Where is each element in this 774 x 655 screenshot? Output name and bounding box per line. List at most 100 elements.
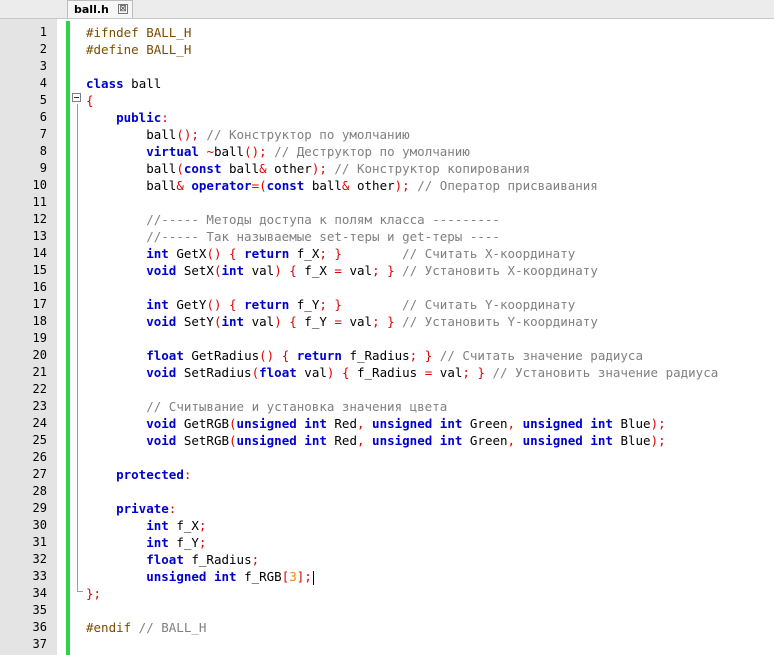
- code-token: operator: [191, 178, 252, 193]
- line-number: 6: [39, 110, 47, 124]
- code-token: int: [221, 263, 245, 278]
- line-number: 16: [32, 280, 47, 294]
- code-token: SetRGB: [176, 433, 230, 448]
- code-line[interactable]: #ifndef BALL_H: [86, 24, 191, 41]
- code-token: float: [146, 348, 184, 363]
- code-line[interactable]: float f_Radius;: [86, 551, 259, 568]
- code-token: ): [274, 314, 282, 329]
- code-token: ball: [213, 144, 245, 159]
- code-token: virtual: [146, 144, 199, 159]
- code-token: // Оператор присваивания: [409, 178, 598, 193]
- code-token: :: [183, 467, 192, 482]
- code-token: int: [221, 314, 245, 329]
- code-line[interactable]: unsigned int f_RGB[3];: [86, 568, 314, 585]
- tab-ball-h[interactable]: ball.h ⊠: [67, 0, 133, 18]
- code-token: =: [334, 314, 342, 329]
- code-line[interactable]: // Считывание и установка значения цвета: [86, 398, 447, 415]
- code-token: //----- Так называемые set-теры и get-те…: [146, 229, 500, 244]
- code-token: (: [229, 433, 237, 448]
- code-line[interactable]: //----- Методы доступа к полям класса --…: [86, 211, 500, 228]
- code-line[interactable]: private:: [86, 500, 176, 517]
- code-line[interactable]: //----- Так называемые set-теры и get-те…: [86, 228, 500, 245]
- code-token: // Установить Y-координату: [394, 314, 598, 329]
- code-line[interactable]: void GetRGB(unsigned int Red, unsigned i…: [86, 415, 665, 432]
- close-tab-icon[interactable]: ⊠: [118, 4, 128, 14]
- code-line[interactable]: ball& operator=(const ball& other); // О…: [86, 177, 598, 194]
- code-line[interactable]: void SetRGB(unsigned int Red, unsigned i…: [86, 432, 665, 449]
- code-token: // Установить значение радиуса: [484, 365, 719, 380]
- code-token: // Установить X-координату: [394, 263, 598, 278]
- code-line[interactable]: #endif // BALL_H: [86, 619, 206, 636]
- code-token: ,: [507, 433, 516, 448]
- code-line[interactable]: };: [86, 585, 101, 602]
- code-token: Green: [462, 433, 508, 448]
- fold-toggle-icon[interactable]: [72, 93, 81, 102]
- code-line[interactable]: void SetX(int val) { f_X = val; } // Уст…: [86, 262, 598, 279]
- code-line[interactable]: void SetY(int val) { f_Y = val; } // Уст…: [86, 313, 598, 330]
- code-line[interactable]: protected:: [86, 466, 191, 483]
- code-token: (: [176, 161, 184, 176]
- code-line[interactable]: virtual ~ball(); // Деструктор по умолча…: [86, 143, 470, 160]
- code-token: ;: [319, 297, 327, 312]
- code-line[interactable]: int f_X;: [86, 517, 206, 534]
- code-line[interactable]: ball(const ball& other); // Конструктор …: [86, 160, 530, 177]
- code-line[interactable]: #define BALL_H: [86, 41, 191, 58]
- code-line[interactable]: int f_Y;: [86, 534, 206, 551]
- code-token: float: [146, 552, 184, 567]
- code-token: GetRGB: [176, 416, 230, 431]
- code-token: unsigned: [372, 416, 433, 431]
- code-line[interactable]: public:: [86, 109, 169, 126]
- code-token: unsigned: [236, 416, 297, 431]
- code-line[interactable]: {: [86, 92, 94, 109]
- line-number: 17: [32, 297, 47, 311]
- code-token: };: [86, 586, 102, 601]
- line-number: 7: [39, 127, 47, 141]
- code-token: ;: [319, 246, 327, 261]
- code-token: unsigned: [522, 433, 583, 448]
- code-line[interactable]: int GetY() { return f_Y; } // Считать Y-…: [86, 296, 575, 313]
- code-token: =: [334, 263, 342, 278]
- code-token: ;: [462, 365, 470, 380]
- line-number: 35: [32, 603, 47, 617]
- code-token: {: [289, 314, 297, 329]
- code-token: (): [206, 246, 222, 261]
- code-line[interactable]: class ball: [86, 75, 161, 92]
- text-cursor: [312, 570, 314, 585]
- code-token: // Деструктор по умолчанию: [266, 144, 470, 159]
- code-token: int: [146, 297, 169, 312]
- code-token: ball: [221, 161, 260, 176]
- code-token: val: [341, 263, 373, 278]
- line-number: 33: [32, 569, 47, 583]
- line-number: 8: [39, 144, 47, 158]
- code-line[interactable]: float GetRadius() { return f_Radius; } /…: [86, 347, 643, 364]
- line-number: 25: [32, 433, 47, 447]
- code-token: f_Y: [168, 535, 199, 550]
- line-number: 14: [32, 246, 47, 260]
- code-token: 3: [289, 569, 297, 584]
- code-token: return: [296, 348, 342, 363]
- code-line[interactable]: int GetX() { return f_X; } // Считать X-…: [86, 245, 575, 262]
- code-token: unsigned: [372, 433, 433, 448]
- code-line[interactable]: ball(); // Конструктор по умолчанию: [86, 126, 409, 143]
- code-token: ball: [304, 178, 342, 193]
- code-token: // Считать X-координату: [341, 246, 576, 261]
- line-number: 36: [32, 620, 47, 634]
- code-token: ball: [123, 76, 162, 91]
- code-token: int: [304, 416, 327, 431]
- line-number: 21: [32, 365, 47, 379]
- code-line[interactable]: void SetRadius(float val) { f_Radius = v…: [86, 364, 718, 381]
- line-number: 10: [32, 178, 47, 192]
